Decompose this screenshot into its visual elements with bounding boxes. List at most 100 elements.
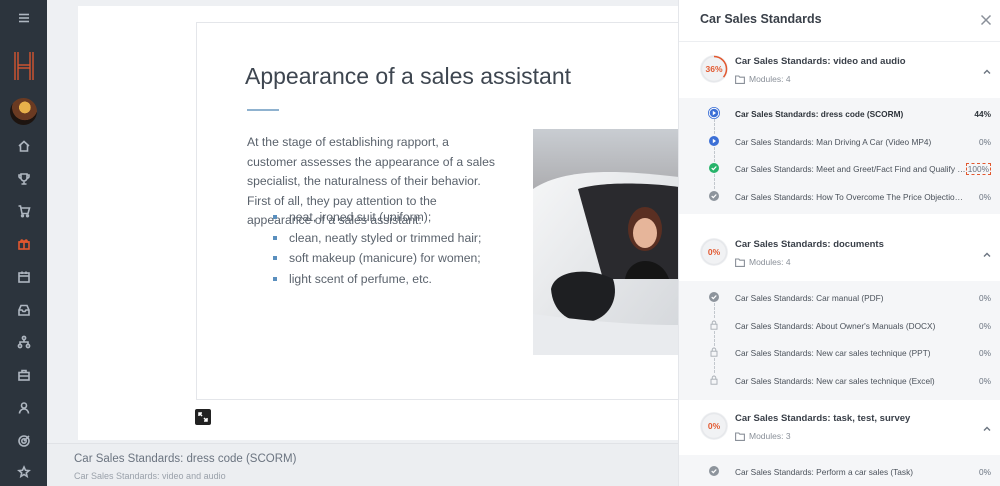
star-icon[interactable] bbox=[0, 458, 47, 486]
module-progress: 0% bbox=[979, 293, 991, 303]
course-progress-ring: 0% bbox=[700, 238, 728, 266]
module-name: Car Sales Standards: dress code (SCORM) bbox=[735, 109, 904, 119]
module-progress: 100% bbox=[965, 163, 991, 175]
expand-icon bbox=[198, 412, 208, 422]
bullet-item: soft makeup (manicure) for women; bbox=[273, 248, 481, 269]
close-icon bbox=[980, 14, 992, 26]
course-header[interactable]: 0% Car Sales Standards: documents Module… bbox=[679, 226, 1000, 281]
module-name: Car Sales Standards: About Owner's Manua… bbox=[735, 320, 936, 331]
course-progress-label: 36% bbox=[705, 64, 723, 74]
collapse-button[interactable] bbox=[983, 420, 991, 431]
collapse-button[interactable] bbox=[983, 246, 991, 257]
module-name: Car Sales Standards: How To Overcome The… bbox=[735, 191, 967, 202]
target-icon[interactable] bbox=[0, 427, 47, 455]
module-item[interactable]: Car Sales Standards: Car manual (PDF) 0% bbox=[679, 284, 1000, 318]
module-item[interactable]: Car Sales Standards: How To Overcome The… bbox=[679, 183, 1000, 211]
slide-title: Appearance of a sales assistant bbox=[245, 63, 572, 89]
course-title: Car Sales Standards: documents bbox=[735, 239, 884, 250]
course-modules-count: Modules: 3 bbox=[735, 431, 791, 441]
module-progress: 0% bbox=[979, 467, 991, 477]
module-progress: 0% bbox=[979, 348, 991, 358]
avatar[interactable] bbox=[10, 98, 37, 125]
chevron-up-icon bbox=[983, 69, 991, 74]
gift-icon[interactable] bbox=[0, 230, 47, 258]
cart-icon[interactable] bbox=[0, 197, 47, 225]
network-icon[interactable] bbox=[0, 328, 47, 356]
module-item[interactable]: Car Sales Standards: Meet and Greet/Fact… bbox=[679, 155, 1000, 189]
module-item[interactable]: Car Sales Standards: About Owner's Manua… bbox=[679, 312, 1000, 346]
module-list: Car Sales Standards: Car manual (PDF) 0%… bbox=[679, 281, 1000, 401]
module-name: Car Sales Standards: Meet and Greet/Fact… bbox=[735, 164, 967, 174]
folder-icon bbox=[735, 74, 745, 84]
check-grey-icon bbox=[708, 291, 720, 303]
content-footer: Car Sales Standards: dress code (SCORM) … bbox=[47, 443, 678, 486]
trophy-icon[interactable] bbox=[0, 165, 47, 193]
lock-icon bbox=[708, 374, 720, 386]
course-progress-label: 0% bbox=[707, 247, 721, 257]
user-icon[interactable] bbox=[0, 394, 47, 422]
play-icon bbox=[708, 135, 720, 147]
bullet-item: neat, ironed suit (uniform); bbox=[273, 207, 481, 228]
play-active-icon bbox=[708, 107, 720, 119]
check-grey-icon bbox=[708, 465, 720, 477]
course-title: Car Sales Standards: task, test, survey bbox=[735, 413, 911, 424]
inbox-icon[interactable] bbox=[0, 296, 47, 324]
sidebar bbox=[0, 0, 47, 486]
panel-header: Car Sales Standards bbox=[679, 0, 1000, 42]
course-section: 36% Car Sales Standards: video and audio… bbox=[679, 43, 1000, 214]
course-progress-ring: 0% bbox=[700, 412, 728, 440]
module-item[interactable]: Car Sales Standards: Man Driving A Car (… bbox=[679, 128, 1000, 162]
course-progress-label: 0% bbox=[707, 421, 721, 431]
course-modules-count: Modules: 4 bbox=[735, 257, 791, 267]
close-button[interactable] bbox=[980, 13, 992, 26]
folder-icon bbox=[735, 431, 745, 441]
calendar-icon[interactable] bbox=[0, 263, 47, 291]
module-list: Car Sales Standards: dress code (SCORM) … bbox=[679, 98, 1000, 214]
modules-label: Modules: 4 bbox=[749, 74, 791, 84]
module-progress: 0% bbox=[979, 191, 991, 202]
panel-title: Car Sales Standards bbox=[700, 12, 822, 26]
slide-photo bbox=[533, 129, 679, 355]
slide: Appearance of a sales assistant At the s… bbox=[196, 22, 679, 400]
lock-icon bbox=[708, 346, 720, 358]
module-item[interactable]: Car Sales Standards: New car sales techn… bbox=[679, 339, 1000, 373]
check-icon bbox=[708, 162, 720, 174]
course-section: 0% Car Sales Standards: documents Module… bbox=[679, 226, 1000, 401]
check-grey-icon bbox=[708, 190, 720, 202]
module-name: Car Sales Standards: New car sales techn… bbox=[735, 348, 931, 358]
modules-label: Modules: 4 bbox=[749, 257, 791, 267]
module-item[interactable]: Car Sales Standards: dress code (SCORM) … bbox=[679, 100, 1000, 134]
module-progress: 0% bbox=[979, 320, 991, 331]
bullet-item: light scent of perfume, etc. bbox=[273, 269, 481, 290]
collapse-button[interactable] bbox=[983, 63, 991, 74]
module-list: Car Sales Standards: Perform a car sales… bbox=[679, 455, 1000, 486]
course-section: 0% Car Sales Standards: task, test, surv… bbox=[679, 400, 1000, 486]
title-underline bbox=[247, 109, 279, 111]
course-header[interactable]: 36% Car Sales Standards: video and audio… bbox=[679, 43, 1000, 98]
home-icon[interactable] bbox=[0, 132, 47, 160]
current-module-title: Car Sales Standards: dress code (SCORM) bbox=[74, 453, 297, 465]
lock-icon bbox=[708, 319, 720, 331]
bullet-item: clean, neatly styled or trimmed hair; bbox=[273, 228, 481, 249]
course-title: Car Sales Standards: video and audio bbox=[735, 56, 906, 67]
slide-bullet-list: neat, ironed suit (uniform); clean, neat… bbox=[273, 207, 481, 289]
module-name: Car Sales Standards: Man Driving A Car (… bbox=[735, 136, 932, 147]
current-course-title: Car Sales Standards: video and audio bbox=[74, 471, 226, 481]
chevron-up-icon bbox=[983, 252, 991, 257]
course-modules-count: Modules: 4 bbox=[735, 74, 791, 84]
briefcase-icon[interactable] bbox=[0, 361, 47, 389]
module-progress: 0% bbox=[979, 375, 991, 386]
module-item[interactable]: Car Sales Standards: New car sales techn… bbox=[679, 367, 1000, 395]
folder-icon bbox=[735, 257, 745, 267]
chevron-up-icon bbox=[983, 426, 991, 431]
course-progress-ring: 36% bbox=[700, 55, 728, 83]
module-name: Car Sales Standards: Perform a car sales… bbox=[735, 467, 913, 477]
course-outline-panel: Car Sales Standards 36% Car Sales Standa… bbox=[678, 0, 1000, 486]
module-progress: 44% bbox=[974, 109, 991, 119]
course-header[interactable]: 0% Car Sales Standards: task, test, surv… bbox=[679, 400, 1000, 455]
modules-label: Modules: 3 bbox=[749, 431, 791, 441]
menu-icon[interactable] bbox=[0, 4, 47, 32]
brand-logo[interactable] bbox=[10, 50, 38, 82]
module-item[interactable]: Car Sales Standards: Perform a car sales… bbox=[679, 458, 1000, 486]
fullscreen-button[interactable] bbox=[195, 409, 211, 425]
